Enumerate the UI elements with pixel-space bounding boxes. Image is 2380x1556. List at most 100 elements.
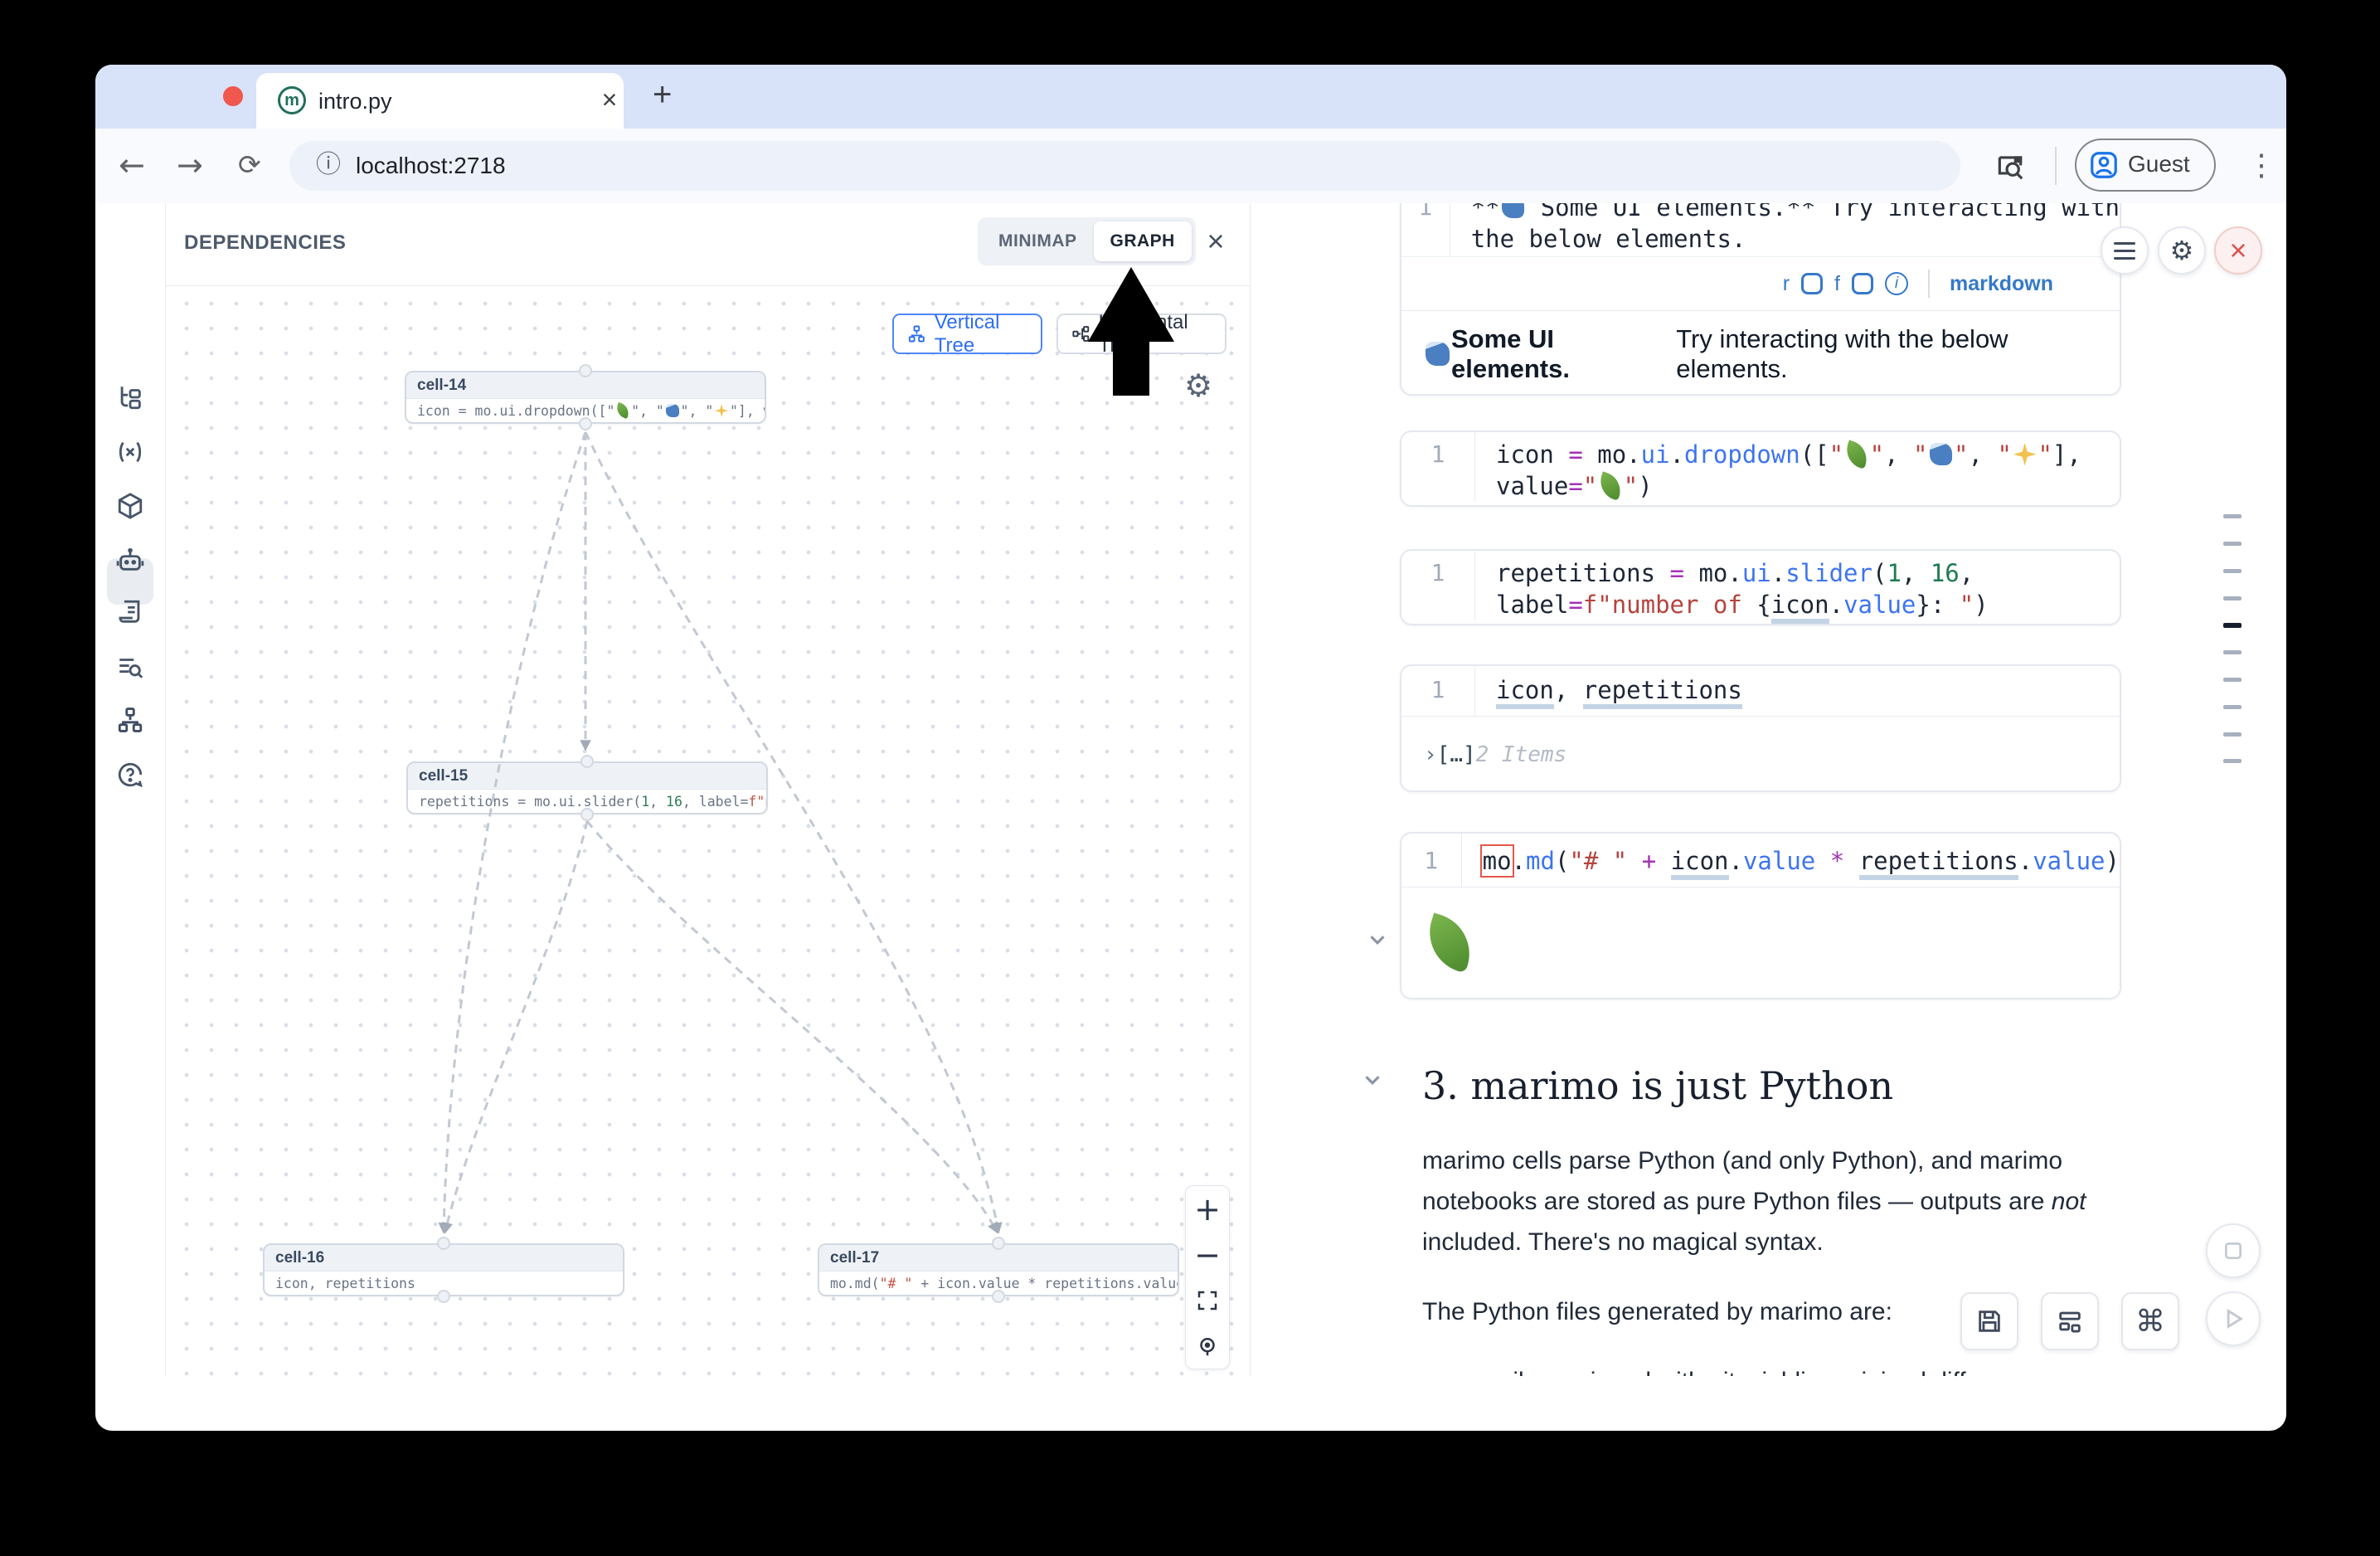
search-logs-icon[interactable] [116,653,144,681]
minimap-cell-marker[interactable] [2223,705,2242,709]
profile-button[interactable]: Guest [2075,139,2216,192]
minimap-cell-marker[interactable] [2223,759,2242,763]
minimap-cell-marker[interactable] [2223,732,2242,737]
tab-close-icon[interactable]: × [595,85,624,115]
fit-view-icon[interactable] [1186,1277,1229,1323]
dependency-graph-canvas[interactable]: Vertical Tree Horizontal Tree ⚙ cell-14 … [166,286,1250,1376]
zoom-out-button[interactable]: − [1186,1232,1229,1277]
minimap-cell-marker[interactable] [2223,569,2242,573]
variables-icon[interactable] [116,438,144,466]
cell-output-collapsed[interactable]: › [ … ] 2 Items [1401,716,2120,792]
code-line: value="") [1496,470,2120,502]
collapse-section-icon[interactable] [1360,1067,1385,1092]
browser-tab[interactable]: m intro.py × [256,73,624,129]
notebook-settings-button[interactable]: ⚙ [2158,226,2206,275]
notebook-cell-dropdown[interactable]: 1 icon = mo.ui.dropdown(["", "", ""], va… [1400,430,2121,507]
cell-editor[interactable]: 1 icon, repetitions [1401,666,2120,716]
toolbar-divider [2055,147,2057,185]
code-line: the below elements. [1471,223,2120,255]
code-line: icon = mo.ui.dropdown(["", "", ""], [1496,439,2120,470]
help-icon[interactable] [116,761,144,789]
graph-settings-icon[interactable]: ⚙ [1184,367,1212,404]
hamburger-icon [2114,242,2135,260]
node-title: cell-17 [819,1245,1178,1272]
profile-label: Guest [2128,140,2190,190]
minimap-cell-marker-active[interactable] [2223,623,2242,628]
edge-cell15-cell16 [445,821,587,1232]
dependencies-icon[interactable] [116,706,144,734]
cell-editor[interactable]: 1 repetitions = mo.ui.slider(1, 16, labe… [1401,551,2120,620]
command-palette-button[interactable]: ⌘ [2121,1292,2179,1350]
url-text: localhost:2718 [356,141,506,191]
panel-close-icon[interactable]: × [1199,213,1232,271]
line-number: 1 [1401,432,1474,502]
gear-icon: ⚙ [2170,235,2194,266]
zoom-in-button[interactable]: + [1186,1186,1229,1232]
save-button[interactable] [1960,1292,2018,1350]
file-tree-icon[interactable] [116,383,144,411]
vertical-tree-button[interactable]: Vertical Tree [892,314,1042,354]
code-line: repetitions = mo.ui.slider(1, 16, [1496,557,2120,589]
minimap-cell-marker[interactable] [2223,678,2242,682]
leaf-emoji-icon [614,402,631,419]
marimo-favicon-icon: m [278,86,306,114]
cell-editor[interactable]: 1 mo.md("# " + icon.value * repetitions.… [1401,834,2120,887]
minimap-cell-marker[interactable] [2223,596,2242,601]
desktop: m intro.py × + ← → ⟳ ⓘ localhost:2718 [0,0,2380,1556]
minimap-cell-marker[interactable] [2223,514,2242,518]
graph-node[interactable]: cell-16 icon, repetitions [263,1243,624,1296]
packages-icon[interactable] [116,492,144,520]
locate-icon[interactable] [1186,1323,1229,1369]
notebook-menu-button[interactable] [2101,226,2149,275]
new-tab-button[interactable]: + [653,76,672,114]
format-toggle-label[interactable]: f [1834,272,1840,296]
address-bar[interactable]: ⓘ localhost:2718 [289,141,1960,191]
tab-minimap[interactable]: MINIMAP [982,221,1094,261]
minimap-cell-marker[interactable] [2223,650,2242,654]
wave-emoji-icon [1930,443,1953,466]
cell-toolbar: r f i markdown [1401,256,2120,310]
code-line: label=f"number of {icon.value}: ") [1496,589,2120,620]
site-info-icon[interactable]: ⓘ [316,141,341,191]
collapse-output-icon[interactable] [1365,927,1390,952]
run-button[interactable] [2206,1291,2261,1346]
wave-emoji-icon [1426,342,1450,366]
reload-icon[interactable]: ⟳ [238,129,261,203]
node-title: cell-15 [408,763,766,790]
minimap-cell-marker[interactable] [2223,542,2242,546]
logs-icon[interactable] [116,598,144,626]
forward-icon[interactable]: → [177,129,203,203]
node-code: icon = mo.ui.dropdown(["", "", ""], valu… [406,399,765,423]
reactive-toggle-label[interactable]: r [1783,272,1790,296]
cell-editor[interactable]: 1 ** Some UI elements.** Try interacting… [1401,203,2120,256]
view-toggle: MINIMAP GRAPH [978,217,1196,265]
annotation-arrow [1082,264,1182,401]
node-code: mo.md("# " + icon.value * repetitions.va… [819,1272,1178,1296]
browser-menu-icon[interactable]: ⋮ [2246,129,2276,203]
search-tabs-icon[interactable] [1994,151,2026,182]
cell-editor[interactable]: 1 icon = mo.ui.dropdown(["", "", ""], va… [1401,432,2120,502]
leaf-emoji-icon [1596,471,1625,500]
format-toggle-checkbox[interactable] [1852,273,1873,294]
leaf-emoji-icon [1843,440,1872,469]
play-icon [2222,1307,2245,1330]
back-icon[interactable]: ← [119,129,145,203]
tab-graph[interactable]: GRAPH [1094,221,1192,261]
info-toggle-icon[interactable]: i [1885,272,1908,295]
notebook-cell-slider[interactable]: 1 repetitions = mo.ui.slider(1, 16, labe… [1400,549,2121,625]
stop-button[interactable] [2206,1223,2261,1278]
line-number: 1 [1401,551,1474,620]
reactive-toggle-checkbox[interactable] [1801,273,1823,294]
markdown-mode-label[interactable]: markdown [1950,272,2053,296]
notebook-cell-markdown[interactable]: 1 ** Some UI elements.** Try interacting… [1400,203,2121,396]
notebook-cell-momd[interactable]: 1 mo.md("# " + icon.value * repetitions.… [1400,832,2121,999]
node-title: cell-14 [406,372,765,399]
graph-node[interactable]: cell-14 icon = mo.ui.dropdown(["", "", "… [405,371,766,424]
graph-node[interactable]: cell-15 repetitions = mo.ui.slider(1, 16… [406,761,768,814]
shutdown-button[interactable]: × [2214,226,2262,275]
notebook-cell-tuple[interactable]: 1 icon, repetitions › [ … ] 2 Items [1400,664,2121,792]
layout-button[interactable] [2041,1292,2099,1350]
graph-node[interactable]: cell-17 mo.md("# " + icon.value * repeti… [818,1243,1179,1296]
window-close-button[interactable] [223,86,243,106]
node-title: cell-16 [265,1245,623,1272]
